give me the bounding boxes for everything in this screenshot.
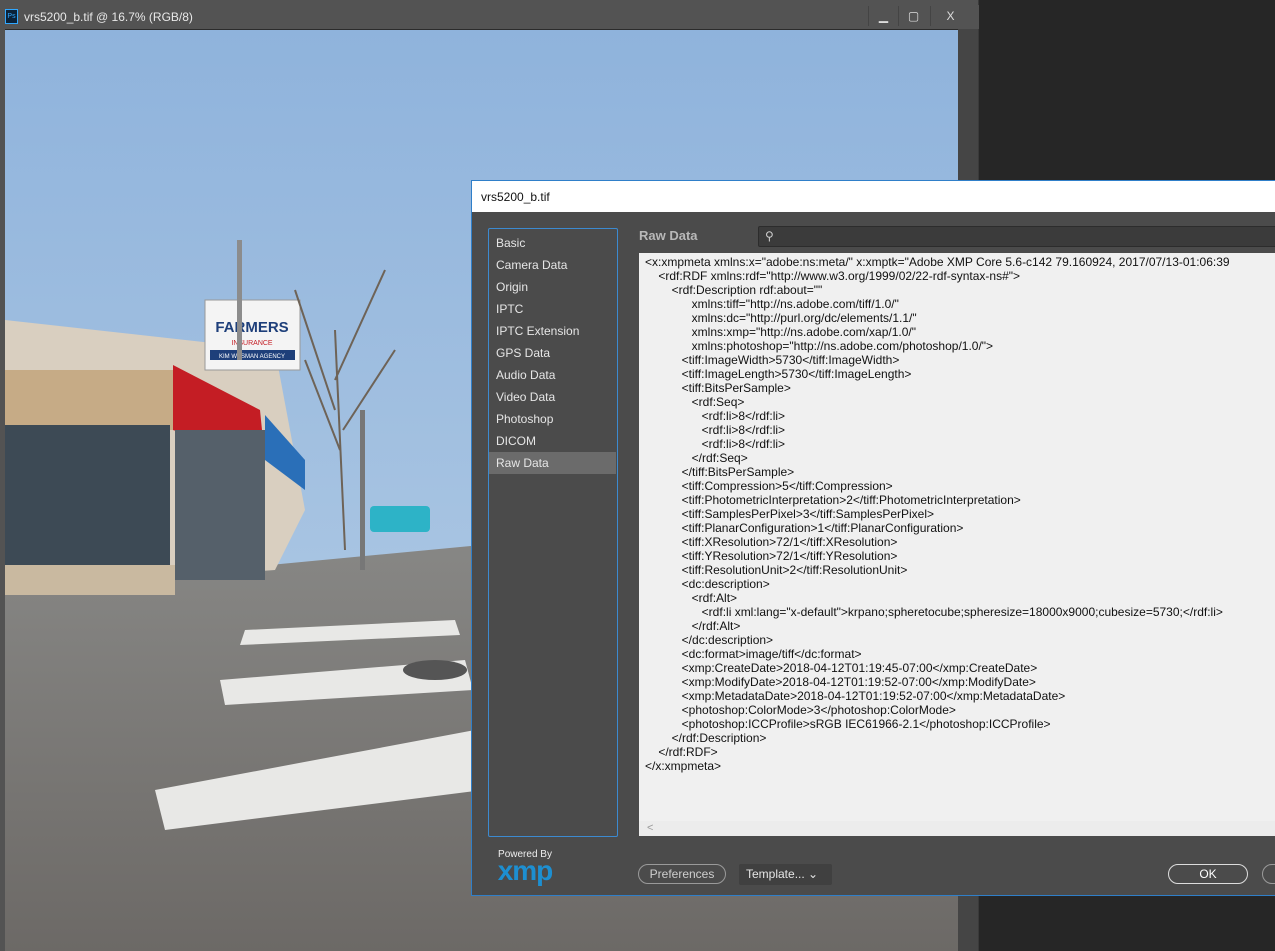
sidebar-item-raw-data[interactable]: Raw Data xyxy=(489,452,616,474)
raw-line: <rdf:li>8</rdf:li> xyxy=(645,409,786,423)
template-label: Template... xyxy=(746,867,805,881)
raw-line: <tiff:YResolution>72/1</tiff:YResolution… xyxy=(645,549,898,563)
raw-line: <xmp:ModifyDate>2018-04-12T01:19:52-07:0… xyxy=(645,675,1036,689)
maximize-button[interactable]: ▢ xyxy=(898,6,928,26)
raw-line: <rdf:Description rdf:about="" xyxy=(645,283,823,297)
ok-button[interactable]: OK xyxy=(1168,864,1248,884)
raw-line: <rdf:li>8</rdf:li> xyxy=(645,423,786,437)
raw-line: <photoshop:ICCProfile>sRGB IEC61966-2.1<… xyxy=(645,717,1051,731)
sidebar-item-origin[interactable]: Origin xyxy=(489,276,617,298)
sidebar-item-audio-data[interactable]: Audio Data xyxy=(489,364,617,386)
raw-line: <tiff:ImageLength>5730</tiff:ImageLength… xyxy=(645,367,912,381)
raw-line: <tiff:BitsPerSample> xyxy=(645,381,791,395)
raw-line: xmlns:dc="http://purl.org/dc/elements/1.… xyxy=(645,311,917,325)
raw-line: <x:xmpmeta xmlns:x="adobe:ns:meta/" x:xm… xyxy=(645,255,1230,269)
sidebar-item-basic[interactable]: Basic xyxy=(489,232,617,254)
raw-xmp-text: <x:xmpmeta xmlns:x="adobe:ns:meta/" x:xm… xyxy=(639,253,1275,773)
raw-line: </tiff:BitsPerSample> xyxy=(645,465,795,479)
raw-line: </dc:description> xyxy=(645,633,774,647)
sidebar-item-iptc[interactable]: IPTC xyxy=(489,298,617,320)
horizontal-scrollbar[interactable]: < xyxy=(639,821,1275,836)
cancel-button[interactable] xyxy=(1262,864,1275,884)
raw-line: </rdf:Seq> xyxy=(645,451,748,465)
category-list: Basic Camera Data Origin IPTC IPTC Exten… xyxy=(488,228,618,837)
raw-line: <tiff:ResolutionUnit>2</tiff:ResolutionU… xyxy=(645,563,908,577)
search-input[interactable]: ⚲ xyxy=(758,226,1275,247)
sidebar-item-gps-data[interactable]: GPS Data xyxy=(489,342,617,364)
sidebar-item-iptc-extension[interactable]: IPTC Extension xyxy=(489,320,617,342)
file-info-dialog: vrs5200_b.tif Basic Camera Data Origin I… xyxy=(471,180,1275,896)
raw-line: <dc:format>image/tiff</dc:format> xyxy=(645,647,862,661)
document-title-bar[interactable]: Ps vrs5200_b.tif @ 16.7% (RGB/8) ▁ ▢ X xyxy=(0,5,979,29)
raw-line: xmlns:tiff="http://ns.adobe.com/tiff/1.0… xyxy=(645,297,899,311)
raw-line: xmlns:photoshop="http://ns.adobe.com/pho… xyxy=(645,339,994,353)
raw-line: <rdf:li xml:lang="x-default">krpano;sphe… xyxy=(645,605,1223,619)
raw-line: </rdf:Alt> xyxy=(645,619,741,633)
raw-line: <tiff:SamplesPerPixel>3</tiff:SamplesPer… xyxy=(645,507,935,521)
raw-line: <rdf:RDF xmlns:rdf="http://www.w3.org/19… xyxy=(645,269,1021,283)
sign-agency: KIM WESMAN AGENCY xyxy=(219,354,285,360)
sign-title: FARMERS xyxy=(215,319,288,336)
minimize-button[interactable]: ▁ xyxy=(868,6,898,26)
raw-line: <xmp:CreateDate>2018-04-12T01:19:45-07:0… xyxy=(645,661,1038,675)
raw-line: <rdf:li>8</rdf:li> xyxy=(645,437,786,451)
raw-line: </rdf:RDF> xyxy=(645,745,718,759)
section-label: Raw Data xyxy=(639,228,698,243)
document-title: vrs5200_b.tif @ 16.7% (RGB/8) xyxy=(24,10,193,24)
raw-line: <tiff:PlanarConfiguration>1</tiff:Planar… xyxy=(645,521,964,535)
xmp-logo: Powered By xmp xyxy=(490,849,560,886)
raw-line: <rdf:Alt> xyxy=(645,591,738,605)
preferences-button[interactable]: Preferences xyxy=(638,864,726,884)
sidebar-item-video-data[interactable]: Video Data xyxy=(489,386,617,408)
raw-line: <tiff:PhotometricInterpretation>2</tiff:… xyxy=(645,493,1021,507)
raw-line: <tiff:ImageWidth>5730</tiff:ImageWidth> xyxy=(645,353,900,367)
dialog-title: vrs5200_b.tif xyxy=(472,181,1275,212)
sidebar-item-photoshop[interactable]: Photoshop xyxy=(489,408,617,430)
raw-line: xmlns:xmp="http://ns.adobe.com/xap/1.0/" xyxy=(645,325,916,339)
raw-line: <rdf:Seq> xyxy=(645,395,745,409)
raw-line: </rdf:Description> xyxy=(645,731,767,745)
raw-data-textarea[interactable]: <x:xmpmeta xmlns:x="adobe:ns:meta/" x:xm… xyxy=(639,253,1275,836)
raw-line: </x:xmpmeta> xyxy=(645,759,722,773)
template-dropdown[interactable]: Template... ⌄ xyxy=(739,864,832,885)
sidebar-item-dicom[interactable]: DICOM xyxy=(489,430,617,452)
raw-line: <photoshop:ColorMode>3</photoshop:ColorM… xyxy=(645,703,956,717)
search-icon: ⚲ xyxy=(765,229,774,243)
chevron-down-icon: ⌄ xyxy=(808,867,819,881)
raw-line: <tiff:Compression>5</tiff:Compression> xyxy=(645,479,893,493)
raw-line: <xmp:MetadataDate>2018-04-12T01:19:52-07… xyxy=(645,689,1066,703)
close-button[interactable]: X xyxy=(930,6,970,26)
sidebar-item-camera-data[interactable]: Camera Data xyxy=(489,254,617,276)
xmp-brand: xmp xyxy=(497,855,554,886)
raw-line: <dc:description> xyxy=(645,577,770,591)
photoshop-app-icon: Ps xyxy=(5,9,18,24)
raw-line: <tiff:XResolution>72/1</tiff:XResolution… xyxy=(645,535,898,549)
scroll-left-arrow[interactable]: < xyxy=(647,822,653,834)
